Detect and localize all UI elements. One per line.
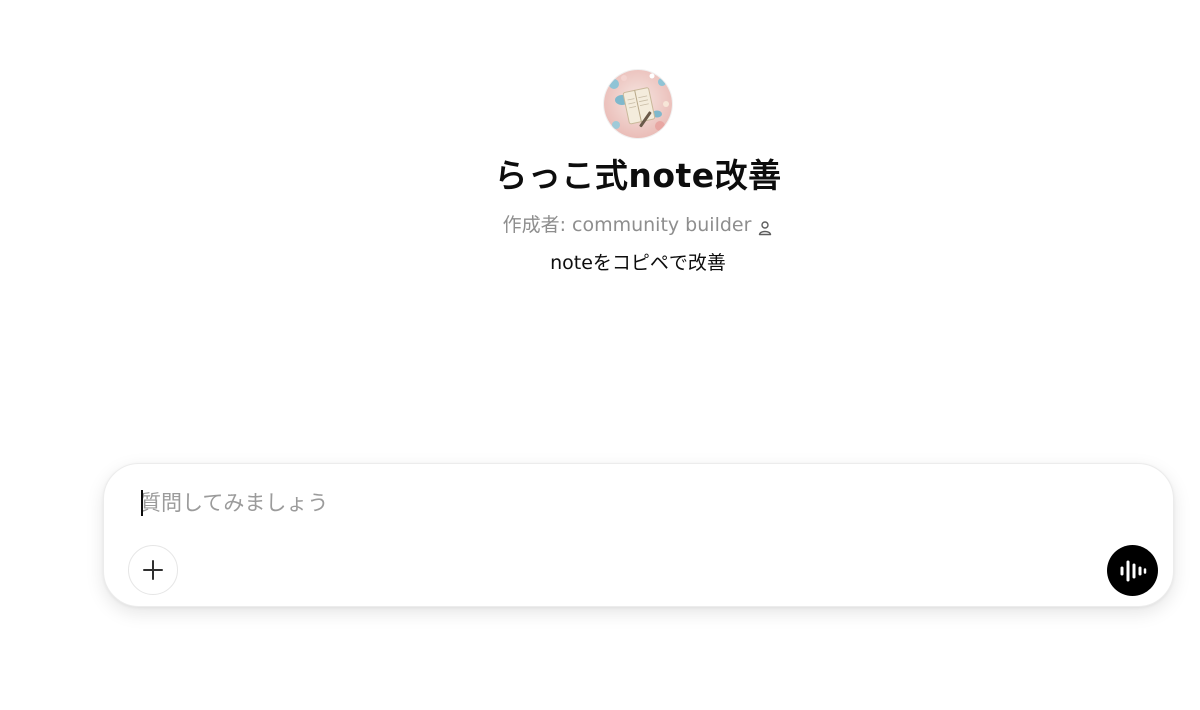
gpt-title: らっこ式note改善 xyxy=(494,156,782,195)
voice-waveform-icon xyxy=(1120,560,1146,581)
text-caret xyxy=(141,490,143,516)
message-composer xyxy=(103,463,1174,607)
plus-icon xyxy=(143,560,163,580)
gpt-description: noteをコピペで改善 xyxy=(550,252,726,274)
add-attachment-button[interactable] xyxy=(128,545,178,595)
gpt-avatar xyxy=(604,70,672,138)
gpt-chat-page: らっこ式note改善 作成者: community builder noteをコ… xyxy=(0,0,1200,710)
voice-mode-button[interactable] xyxy=(1107,545,1158,596)
person-icon[interactable] xyxy=(757,217,773,236)
gpt-header: らっこ式note改善 作成者: community builder noteをコ… xyxy=(0,70,1200,276)
author-label: 作成者: community builder xyxy=(502,214,752,236)
author-row: 作成者: community builder xyxy=(503,212,774,238)
notebook-illustration-avatar-icon xyxy=(604,70,672,138)
message-input[interactable] xyxy=(140,486,1040,520)
